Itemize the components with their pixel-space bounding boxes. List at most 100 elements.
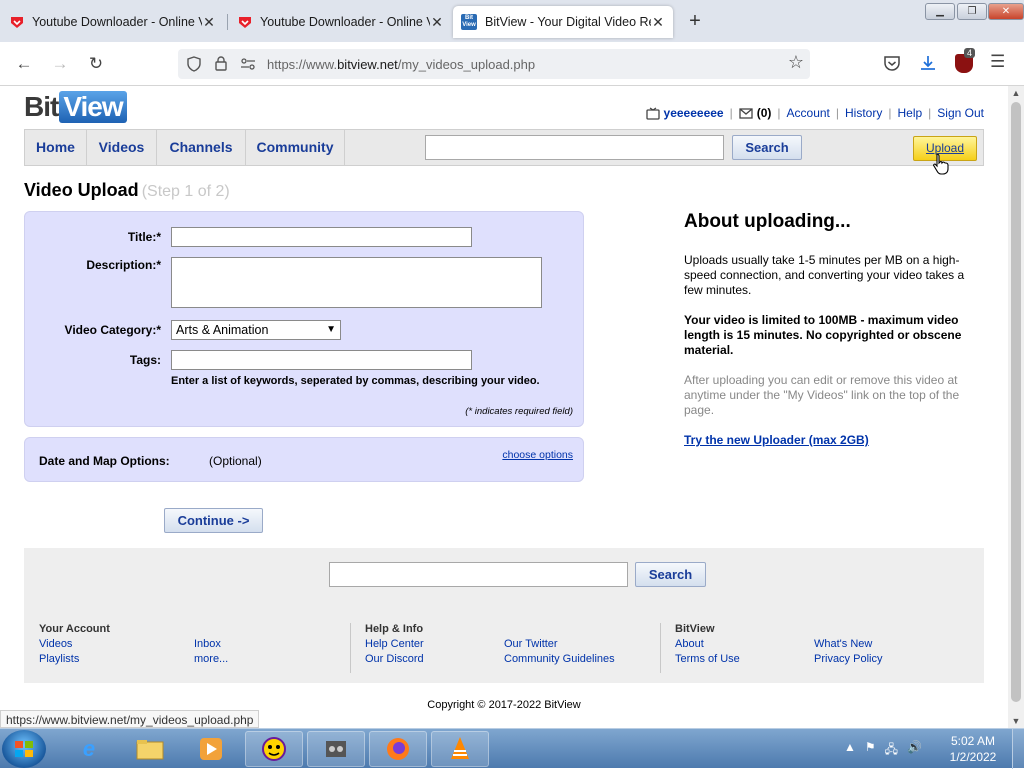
inbox-count[interactable]: (0) [757,106,772,120]
browser-tab-bar: Youtube Downloader - Online Vid ✕ Youtub… [0,0,1024,42]
browser-tab-youtube-downloader-2[interactable]: Youtube Downloader - Online Vid ✕ [230,6,452,38]
bookmark-star-icon[interactable]: ☆ [788,52,804,73]
address-bar[interactable]: https://www.bitview.net/my_videos_upload… [178,49,810,79]
choose-options-link[interactable]: choose options [502,449,573,461]
footer-link-twitter[interactable]: Our Twitter [504,638,558,650]
mail-icon[interactable] [739,107,753,119]
system-clock[interactable]: 5:02 AM 1/2/2022 [938,733,1008,765]
page-title: Video Upload (Step 1 of 2) [24,180,230,200]
lock-icon[interactable] [214,55,228,72]
windows-taskbar: e ▲ ⚑ 🖧 🔊 5:02 AM 1/2/2022 [0,728,1024,769]
shield-icon[interactable] [186,56,202,72]
volume-icon[interactable]: 🔊 [907,740,922,761]
footer-link-discord[interactable]: Our Discord [365,653,424,665]
category-label: Video Category:* [64,323,161,337]
page-scrollbar[interactable]: ▲ ▼ [1008,86,1024,728]
close-icon[interactable]: ✕ [202,14,216,31]
footer-link-help-center[interactable]: Help Center [365,638,424,650]
main-navigation: Home Videos Channels Community Search Up… [24,129,984,166]
internet-explorer-icon[interactable]: e [60,731,118,767]
tags-help-text: Enter a list of keywords, seperated by c… [171,375,540,387]
forward-arrow-icon[interactable]: → [49,53,71,75]
footer-link-guidelines[interactable]: Community Guidelines [504,653,615,665]
nav-community[interactable]: Community [246,130,345,165]
page-settings-icon[interactable] [240,57,256,71]
history-link[interactable]: History [845,106,882,120]
tags-label: Tags: [129,353,161,367]
browser-tab-youtube-downloader-1[interactable]: Youtube Downloader - Online Vid ✕ [2,6,224,38]
show-desktop-button[interactable] [1012,729,1024,769]
nav-home[interactable]: Home [25,130,87,165]
title-input[interactable] [171,227,472,247]
youtube-downloader-icon [11,16,23,28]
file-explorer-icon[interactable] [121,731,179,767]
ublock-extension-icon[interactable]: 4 [955,48,976,73]
footer-link-more[interactable]: more... [194,653,228,665]
footer-link-whats-new[interactable]: What's New [814,638,872,650]
vlc-icon[interactable] [431,731,489,767]
footer-divider [350,623,351,673]
network-icon[interactable]: 🖧 [885,740,898,761]
yahoo-messenger-icon[interactable] [245,731,303,767]
close-window-button[interactable]: ✕ [988,3,1024,20]
action-center-flag-icon[interactable]: ⚑ [865,740,876,761]
reload-icon[interactable]: ↻ [85,53,107,75]
category-select[interactable]: Arts & Animation ▼ [171,320,341,340]
bitview-favicon: Bit View [461,14,477,30]
system-tray: ▲ ⚑ 🖧 🔊 [844,740,922,761]
browser-tab-bitview[interactable]: Bit View BitView - Your Digital Video Rep… [453,6,673,38]
pocket-icon[interactable] [883,55,901,72]
maximize-window-button[interactable]: ❐ [957,3,987,20]
downloads-icon[interactable] [919,54,937,72]
username-link[interactable]: yeeeeeeee [664,106,724,120]
nav-channels[interactable]: Channels [157,130,246,165]
close-icon[interactable]: ✕ [651,14,665,31]
minimize-window-button[interactable]: ▁ [925,3,955,20]
footer-divider [660,623,661,673]
footer-link-videos[interactable]: Videos [39,638,72,650]
tv-icon [645,107,660,120]
nav-videos[interactable]: Videos [87,130,157,165]
search-button[interactable]: Search [732,135,802,160]
footer-col-title: Your Account [39,623,110,635]
url-text[interactable]: https://www.bitview.net/my_videos_upload… [267,57,535,72]
footer-link-inbox[interactable]: Inbox [194,638,221,650]
scroll-up-arrow-icon[interactable]: ▲ [1008,86,1024,100]
hand-cursor-icon [933,153,949,175]
menu-hamburger-icon[interactable]: ☰ [990,52,1005,72]
tray-expand-icon[interactable]: ▲ [844,740,856,761]
footer-link-privacy[interactable]: Privacy Policy [814,653,882,665]
video-downloader-icon[interactable] [307,731,365,767]
tags-input[interactable] [171,350,472,370]
clock-date: 1/2/2022 [949,750,997,764]
footer-search-button[interactable]: Search [635,562,706,587]
browser-toolbar: ← → ↻ https://www.bitview.net/my_videos_… [0,42,1024,86]
back-arrow-icon[interactable]: ← [13,53,35,75]
user-navigation: yeeeeeeee | (0) | Account | History | He… [645,106,984,120]
date-map-label: Date and Map Options: [39,454,170,468]
help-link[interactable]: Help [897,106,922,120]
scroll-thumb[interactable] [1011,102,1021,702]
footer: Search Your Account Videos Playlists Inb… [24,548,984,683]
start-button[interactable] [2,730,46,768]
firefox-icon[interactable] [369,731,427,767]
youtube-downloader-icon [239,16,251,28]
date-map-options: Date and Map Options: (Optional) choose … [24,437,584,482]
media-player-icon[interactable] [182,731,240,767]
scroll-down-arrow-icon[interactable]: ▼ [1008,714,1024,728]
new-uploader-link[interactable]: Try the new Uploader (max 2GB) [684,433,976,447]
sign-out-link[interactable]: Sign Out [937,106,984,120]
search-input[interactable] [425,135,724,160]
footer-link-playlists[interactable]: Playlists [39,653,79,665]
description-textarea[interactable] [171,257,542,308]
footer-link-terms[interactable]: Terms of Use [675,653,740,665]
account-link[interactable]: Account [787,106,830,120]
footer-search-input[interactable] [329,562,628,587]
browser-tab-title: Youtube Downloader - Online Vid [260,15,430,29]
continue-button[interactable]: Continue -> [164,508,263,533]
bitview-logo[interactable]: Bit View [24,90,127,124]
new-tab-plus-icon[interactable]: + [684,10,706,33]
footer-link-about[interactable]: About [675,638,704,650]
clock-time: 5:02 AM [950,734,996,748]
close-icon[interactable]: ✕ [430,14,444,31]
